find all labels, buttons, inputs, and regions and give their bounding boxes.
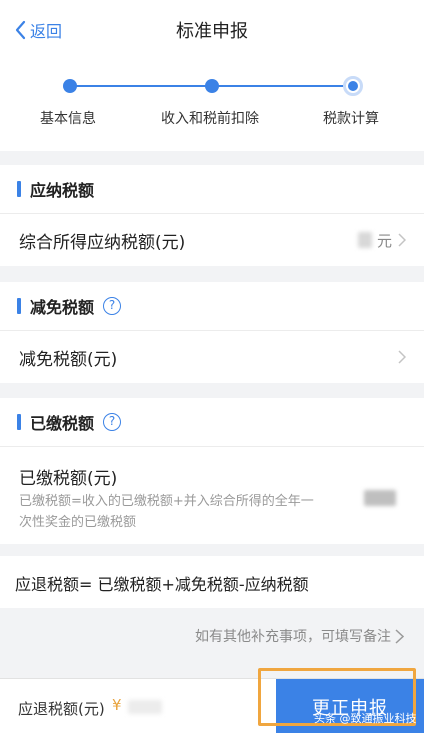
paid-tax-row[interactable]: 已缴税额(元) 已缴税额=收入的已缴税额+并入综合所得的全年一 次性奖金的已缴税… [0, 448, 424, 544]
paid-tax-desc-line2: 次性奖金的已缴税额 [19, 515, 137, 530]
step-label-tax-calc: 税款计算 [323, 111, 379, 127]
obscured-value [358, 232, 372, 248]
section-title: 减免税额 [30, 298, 95, 317]
section-title: 应纳税额 [30, 181, 95, 200]
chevron-right-icon [395, 628, 404, 644]
watermark: 头条 @致通振业科技 [314, 712, 417, 725]
note-link-text: 如有其他补充事项，可填写备注 [195, 629, 391, 645]
row-label: 减免税额(元) [19, 349, 118, 370]
add-note-link[interactable]: 如有其他补充事项，可填写备注 [195, 626, 404, 646]
step-label-basic-info: 基本信息 [40, 111, 96, 127]
step-label-income: 收入和税前扣除 [161, 111, 259, 127]
help-icon[interactable]: ? [103, 413, 122, 431]
nav-bar: 返回 标准申报 [0, 0, 424, 58]
section-header: 减免税额 ? [0, 282, 424, 331]
section-title: 已缴税额 [30, 414, 95, 433]
page-title: 标准申报 [176, 21, 248, 42]
step-progress: 基本信息 收入和税前扣除 税款计算 [0, 58, 424, 151]
row-unit: 元 [376, 231, 392, 250]
chevron-right-icon [398, 233, 406, 247]
section-accent-bar [17, 181, 21, 197]
obscured-value [364, 490, 396, 506]
currency-symbol: ¥ [112, 696, 122, 714]
section-header: 应纳税额 [0, 165, 424, 214]
row-label: 综合所得应纳税额(元) [19, 232, 186, 253]
step-dot-1 [63, 79, 77, 93]
chevron-right-icon [398, 350, 406, 364]
obscured-value [128, 700, 162, 714]
section-paid-tax: 已缴税额 ? 已缴税额(元) 已缴税额=收入的已缴税额+并入综合所得的全年一 次… [0, 398, 424, 544]
section-accent-bar [17, 298, 21, 314]
section-exempt-tax: 减免税额 ? 减免税额(元) [0, 282, 424, 383]
paid-tax-desc-line1: 已缴税额=收入的已缴税额+并入综合所得的全年一 [19, 494, 314, 509]
step-dot-2 [205, 79, 219, 93]
row-label: 已缴税额(元) [19, 469, 118, 489]
section-header: 已缴税额 ? [0, 398, 424, 447]
exempt-tax-row[interactable]: 减免税额(元) [0, 331, 424, 383]
formula-text: 应退税额= 已缴税额+减免税额-应纳税额 [15, 575, 309, 594]
refund-label: 应退税额(元) [18, 700, 105, 718]
payable-tax-row[interactable]: 综合所得应纳税额(元) 元 [0, 214, 424, 266]
refund-formula: 应退税额= 已缴税额+减免税额-应纳税额 [0, 556, 424, 608]
section-accent-bar [17, 414, 21, 430]
step-dot-3-current [343, 76, 363, 96]
help-icon[interactable]: ? [103, 297, 122, 315]
section-payable-tax: 应纳税额 综合所得应纳税额(元) 元 [0, 165, 424, 266]
